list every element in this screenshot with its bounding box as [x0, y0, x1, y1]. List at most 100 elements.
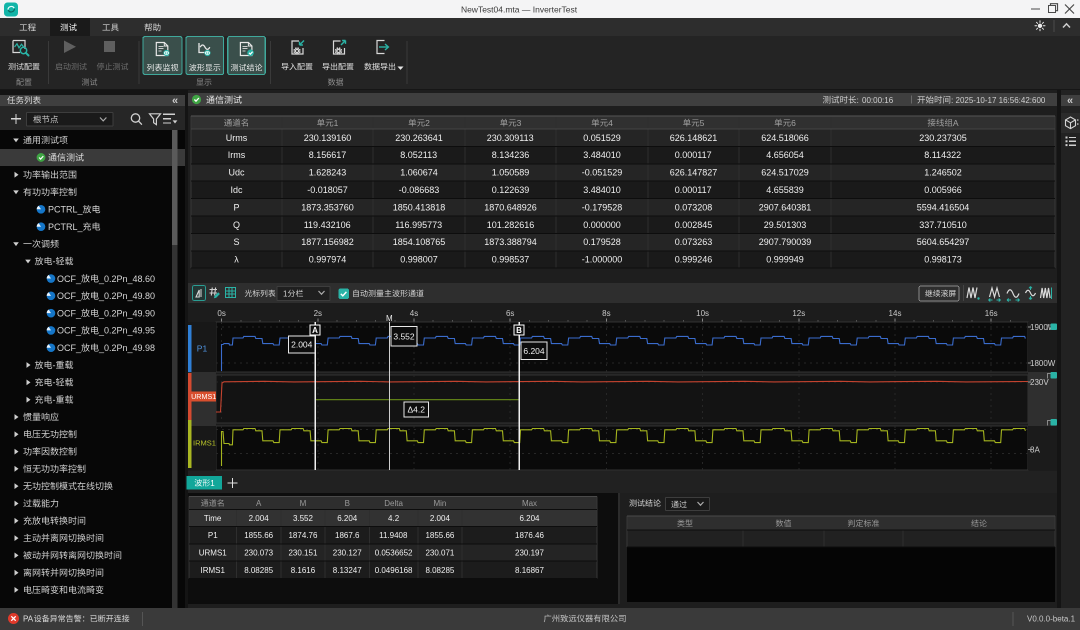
svg-text:101.282616: 101.282616: [487, 220, 535, 230]
svg-text:-: -: [53, 256, 56, 266]
svg-text:3.484010: 3.484010: [583, 150, 621, 160]
svg-text:P1: P1: [197, 344, 208, 354]
svg-text:0.000117: 0.000117: [675, 150, 712, 160]
svg-text:230V: 230V: [1030, 378, 1049, 387]
svg-text:29.501303: 29.501303: [764, 220, 807, 230]
svg-text:2: 2: [425, 118, 430, 128]
svg-text:-1.000000: -1.000000: [582, 255, 623, 265]
svg-text:0.0496168: 0.0496168: [375, 566, 413, 575]
svg-text:2907.640381: 2907.640381: [759, 202, 812, 212]
svg-text:1.060674: 1.060674: [400, 168, 438, 178]
svg-text:16s: 16s: [985, 309, 998, 318]
svg-text:P1: P1: [208, 531, 218, 540]
svg-text:1: 1: [210, 479, 215, 488]
svg-text:337.710510: 337.710510: [919, 220, 967, 230]
svg-text:«: «: [172, 95, 178, 107]
svg-text:230.263641: 230.263641: [395, 133, 443, 143]
svg-text:230.309113: 230.309113: [487, 133, 534, 143]
svg-text:-: -: [53, 395, 56, 405]
svg-text:4s: 4s: [410, 309, 418, 318]
svg-text:-: -: [53, 378, 56, 388]
svg-text:Delta: Delta: [384, 499, 403, 508]
svg-text:0.998007: 0.998007: [400, 255, 438, 265]
svg-text:-0.179528: -0.179528: [582, 202, 623, 212]
svg-text:Udc: Udc: [229, 168, 246, 178]
svg-text:_0.2Pn_49.90: _0.2Pn_49.90: [98, 308, 155, 318]
svg-text:S: S: [234, 237, 240, 247]
svg-text:2025-10-17 16:56:42:600: 2025-10-17 16:56:42:600: [956, 96, 1046, 105]
svg-text:14s: 14s: [889, 309, 902, 318]
svg-text:2s: 2s: [314, 309, 322, 318]
svg-text:A: A: [953, 118, 959, 128]
svg-text:λ: λ: [234, 255, 239, 265]
svg-text:626.147827: 626.147827: [670, 168, 718, 178]
svg-text:IRMS1: IRMS1: [201, 566, 226, 575]
svg-text:1873.353760: 1873.353760: [301, 202, 354, 212]
svg-text:8.08285: 8.08285: [244, 566, 273, 575]
svg-text:_0.2Pn_48.60: _0.2Pn_48.60: [98, 274, 155, 284]
svg-text:1873.388794: 1873.388794: [484, 237, 537, 247]
svg-text:M: M: [300, 499, 307, 508]
svg-text:OCF_: OCF_: [57, 343, 82, 353]
svg-text:PCTRL_: PCTRL_: [48, 205, 84, 215]
svg-text:-: -: [53, 360, 56, 370]
svg-text:1867.6: 1867.6: [335, 531, 360, 540]
svg-text:0.998537: 0.998537: [492, 255, 530, 265]
svg-text:3.552: 3.552: [393, 331, 415, 341]
svg-text::: :: [857, 95, 859, 105]
svg-text:0.0536652: 0.0536652: [375, 549, 413, 558]
svg-text:8.1616: 8.1616: [291, 566, 316, 575]
svg-text:2907.790039: 2907.790039: [759, 237, 812, 247]
svg-text:626.148621: 626.148621: [670, 133, 718, 143]
svg-text:2.004: 2.004: [249, 514, 270, 523]
svg-text:Δ4.2: Δ4.2: [408, 405, 426, 415]
svg-text:Q: Q: [233, 220, 240, 230]
svg-text:0.997974: 0.997974: [309, 255, 347, 265]
svg-text:230.151: 230.151: [288, 549, 317, 558]
svg-text:6s: 6s: [506, 309, 514, 318]
svg-text:IRMS1: IRMS1: [193, 438, 216, 447]
svg-text:1855.66: 1855.66: [244, 531, 273, 540]
svg-text:4: 4: [608, 118, 613, 128]
svg-text:8.156617: 8.156617: [309, 150, 347, 160]
svg-text:1.246502: 1.246502: [924, 168, 962, 178]
svg-text:0.000000: 0.000000: [583, 220, 621, 230]
svg-text:12s: 12s: [792, 309, 805, 318]
svg-text:0.000117: 0.000117: [675, 185, 712, 195]
svg-text:3.552: 3.552: [293, 514, 314, 523]
svg-text:2.004: 2.004: [291, 340, 313, 350]
svg-text:_0.2Pn_49.98: _0.2Pn_49.98: [98, 343, 155, 353]
svg-text:0.073208: 0.073208: [675, 202, 713, 212]
svg-text:8.134236: 8.134236: [492, 150, 530, 160]
svg-text:OCF_: OCF_: [57, 308, 82, 318]
svg-text:NewTest04.mta — InverterTest: NewTest04.mta — InverterTest: [461, 5, 578, 15]
svg-text:_0.2Pn_49.95: _0.2Pn_49.95: [98, 326, 155, 336]
svg-text:119.432106: 119.432106: [304, 220, 351, 230]
svg-text:B: B: [516, 326, 522, 335]
svg-text:0.998173: 0.998173: [924, 255, 962, 265]
svg-text:8.13247: 8.13247: [333, 566, 362, 575]
svg-text:2.004: 2.004: [430, 514, 451, 523]
svg-text:0.002845: 0.002845: [675, 220, 713, 230]
svg-text:624.517029: 624.517029: [761, 168, 809, 178]
svg-text:Time: Time: [204, 514, 222, 523]
svg-text:5604.654297: 5604.654297: [917, 237, 970, 247]
svg-text:Idc: Idc: [231, 185, 244, 195]
svg-text:8.114322: 8.114322: [924, 150, 961, 160]
svg-text:1870.648926: 1870.648926: [484, 202, 537, 212]
svg-text:5594.416504: 5594.416504: [917, 202, 970, 212]
svg-text:8.16867: 8.16867: [515, 566, 544, 575]
svg-text:1855.66: 1855.66: [425, 531, 454, 540]
svg-text:230.197: 230.197: [515, 549, 544, 558]
svg-text:230.139160: 230.139160: [304, 133, 352, 143]
svg-text:4.655839: 4.655839: [766, 185, 804, 195]
svg-text:00:00:16: 00:00:16: [862, 96, 894, 105]
svg-text:8s: 8s: [602, 309, 610, 318]
svg-text:3.484010: 3.484010: [583, 185, 621, 195]
svg-text:0s: 0s: [217, 309, 225, 318]
svg-text:A: A: [256, 499, 262, 508]
svg-text:PA: PA: [23, 615, 34, 624]
svg-text:0.122639: 0.122639: [492, 185, 530, 195]
svg-text:6.204: 6.204: [523, 346, 545, 356]
svg-text:P: P: [234, 202, 240, 212]
